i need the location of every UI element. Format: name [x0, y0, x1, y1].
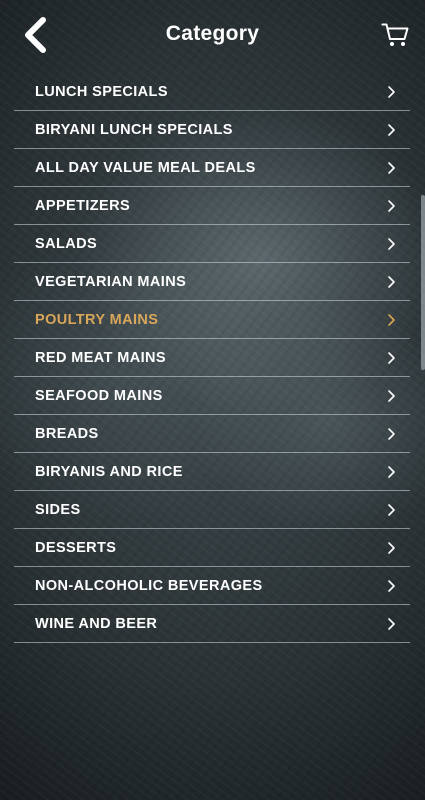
category-item[interactable]: SIDES — [14, 491, 410, 529]
chevron-right-icon — [388, 503, 395, 516]
category-item[interactable]: WINE AND BEER — [14, 605, 410, 643]
chevron-right-icon — [388, 465, 395, 478]
cart-button[interactable] — [381, 22, 409, 48]
category-item[interactable]: POULTRY MAINS — [14, 301, 410, 339]
chevron-right-icon — [388, 199, 395, 212]
category-item[interactable]: BIRYANIS AND RICE — [14, 453, 410, 491]
category-item[interactable]: ALL DAY VALUE MEAL DEALS — [14, 149, 410, 187]
category-label: APPETIZERS — [35, 197, 131, 214]
page-title: Category — [165, 22, 260, 45]
chevron-right-icon — [388, 427, 395, 440]
category-label: ALL DAY VALUE MEAL DEALS — [35, 159, 256, 176]
category-item[interactable]: VEGETARIAN MAINS — [14, 263, 410, 301]
category-label: BIRYANI LUNCH SPECIALS — [35, 121, 233, 138]
category-label: SEAFOOD MAINS — [35, 387, 163, 404]
category-label: LUNCH SPECIALS — [35, 83, 168, 100]
category-label: RED MEAT MAINS — [35, 349, 166, 366]
chevron-right-icon — [388, 541, 395, 554]
app-header: Category — [0, 0, 425, 70]
category-label: BREADS — [35, 425, 99, 442]
category-list: LUNCH SPECIALS BIRYANI LUNCH SPECIALS ALL … — [14, 73, 410, 643]
category-item[interactable]: SALADS — [14, 225, 410, 263]
category-item[interactable]: SEAFOOD MAINS — [14, 377, 410, 415]
category-label: VEGETARIAN MAINS — [35, 273, 187, 290]
chevron-right-icon — [388, 313, 395, 326]
chevron-right-icon — [388, 389, 395, 402]
chevron-right-icon — [388, 351, 395, 364]
category-item[interactable]: RED MEAT MAINS — [14, 339, 410, 377]
chevron-right-icon — [388, 617, 395, 630]
category-item[interactable]: DESSERTS — [14, 529, 410, 567]
category-label: NON-ALCOHOLIC BEVERAGES — [35, 577, 263, 594]
category-item[interactable]: BIRYANI LUNCH SPECIALS — [14, 111, 410, 149]
category-label: SIDES — [35, 501, 81, 518]
chevron-right-icon — [388, 579, 395, 592]
chevron-right-icon — [388, 161, 395, 174]
chevron-right-icon — [388, 123, 395, 136]
category-label: WINE AND BEER — [35, 615, 158, 632]
cart-icon — [381, 23, 409, 46]
chevron-right-icon — [388, 237, 395, 250]
chevron-right-icon — [388, 275, 395, 288]
category-label: BIRYANIS AND RICE — [35, 463, 183, 480]
category-label: SALADS — [35, 235, 98, 252]
category-label: DESSERTS — [35, 539, 117, 556]
category-item[interactable]: NON-ALCOHOLIC BEVERAGES — [14, 567, 410, 605]
chevron-right-icon — [388, 85, 395, 98]
scrollbar[interactable] — [421, 195, 425, 370]
category-item[interactable]: BREADS — [14, 415, 410, 453]
category-item[interactable]: LUNCH SPECIALS — [14, 73, 410, 111]
category-item[interactable]: APPETIZERS — [14, 187, 410, 225]
category-label: POULTRY MAINS — [35, 311, 159, 328]
